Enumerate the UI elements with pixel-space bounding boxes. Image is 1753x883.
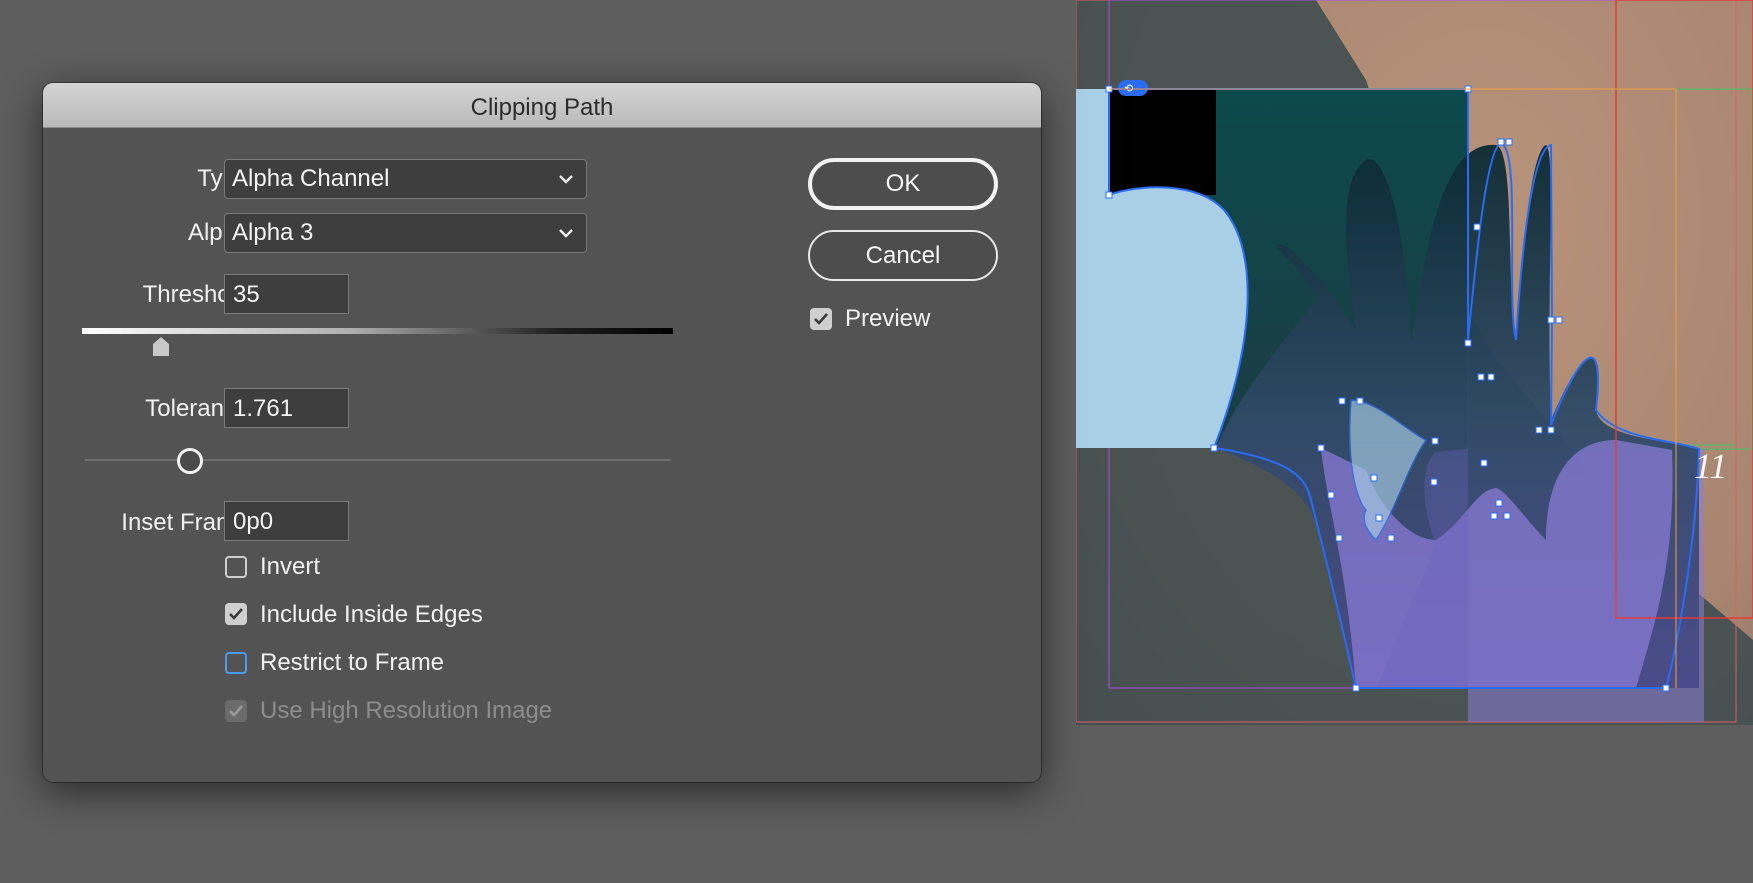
tolerance-slider-track[interactable] (85, 459, 671, 461)
alpha-select[interactable]: Alpha 3 (224, 213, 587, 253)
threshold-slider-track[interactable] (82, 328, 673, 334)
invert-checkbox[interactable] (225, 556, 247, 578)
threshold-field-value: 35 (233, 281, 260, 308)
ok-button[interactable]: OK (808, 158, 998, 210)
tolerance-field-value: 1.761 (233, 395, 294, 422)
restrict-to-frame-checkbox[interactable] (225, 652, 247, 674)
invert-label[interactable]: Invert (260, 552, 320, 582)
inset-frame-field[interactable]: 0p0 (224, 501, 349, 541)
include-inside-edges-label[interactable]: Include Inside Edges (260, 600, 483, 630)
clipping-path-dialog: Clipping Path Type: Alpha Channel Alpha:… (43, 83, 1041, 782)
checkmark-icon (814, 313, 828, 325)
cancel-button[interactable]: Cancel (808, 230, 998, 281)
checkmark-icon (229, 608, 243, 620)
dialog-title: Clipping Path (470, 94, 614, 121)
preview-checkbox[interactable] (810, 308, 832, 330)
inset-frame-field-value: 0p0 (233, 508, 274, 535)
use-high-resolution-label: Use High Resolution Image (260, 697, 553, 724)
page-number-text: 11 (1694, 446, 1727, 486)
type-select[interactable]: Alpha Channel (224, 159, 587, 199)
tolerance-field[interactable]: 1.761 (224, 388, 349, 428)
dialog-titlebar[interactable]: Clipping Path (43, 83, 1041, 128)
document-canvas[interactable]: ⟲ 11 (1076, 0, 1753, 883)
use-high-resolution-checkbox (225, 700, 247, 722)
restrict-to-frame-label[interactable]: Restrict to Frame (260, 648, 444, 678)
preview-label[interactable]: Preview (845, 304, 930, 334)
threshold-field[interactable]: 35 (224, 274, 349, 314)
checkmark-icon (229, 705, 243, 717)
tolerance-slider-thumb[interactable] (177, 448, 203, 474)
chevron-down-icon (559, 175, 573, 184)
threshold-slider-thumb[interactable] (151, 337, 171, 357)
include-inside-edges-checkbox[interactable] (225, 603, 247, 625)
alpha-select-value: Alpha 3 (232, 219, 314, 246)
type-select-value: Alpha Channel (232, 165, 390, 192)
chevron-down-icon (559, 229, 573, 238)
canvas-artwork: ⟲ 11 (1076, 0, 1753, 883)
